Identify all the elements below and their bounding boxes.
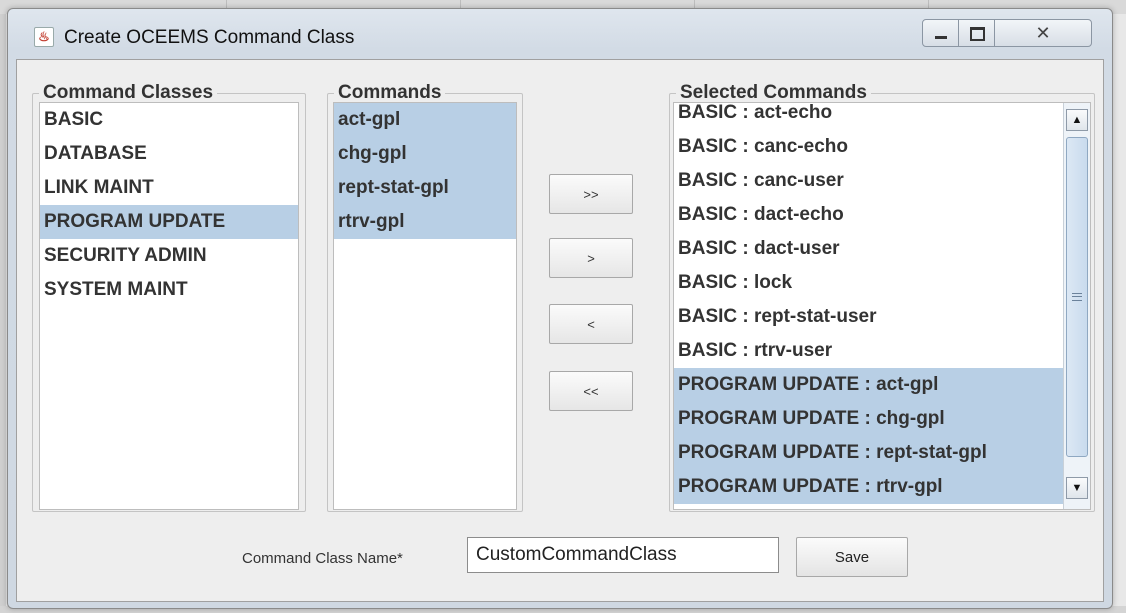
window-title: Create OCEEMS Command Class (64, 27, 355, 48)
selected-command-item[interactable]: BASIC : canc-user (674, 164, 1064, 198)
maximize-button[interactable] (958, 19, 996, 47)
selected-command-item[interactable]: PROGRAM UPDATE : rept-stat-gpl (674, 436, 1064, 470)
command-class-item[interactable]: BASIC (40, 103, 298, 137)
grip-icon (1072, 293, 1082, 301)
selected-command-item[interactable]: BASIC : lock (674, 266, 1064, 300)
command-item[interactable]: act-gpl (334, 103, 516, 137)
scrollbar[interactable]: ▲ ▼ (1063, 103, 1090, 509)
title-bar[interactable]: ♨ Create OCEEMS Command Class ✕ (8, 9, 1112, 59)
save-button[interactable]: Save (796, 537, 908, 577)
command-item[interactable]: rtrv-gpl (334, 205, 516, 239)
command-item[interactable]: chg-gpl (334, 137, 516, 171)
dialog-window: ♨ Create OCEEMS Command Class ✕ Command … (7, 8, 1113, 609)
selected-command-item[interactable]: PROGRAM UPDATE : act-gpl (674, 368, 1064, 402)
close-button[interactable]: ✕ (994, 19, 1092, 47)
scrollbar-thumb[interactable] (1066, 137, 1088, 457)
background-window-edge (0, 14, 6, 606)
selected-command-item[interactable]: BASIC : dact-user (674, 232, 1064, 266)
scroll-down-arrow-icon[interactable]: ▼ (1066, 477, 1088, 499)
command-class-item[interactable]: LINK MAINT (40, 171, 298, 205)
selected-command-item[interactable]: BASIC : act-echo (674, 103, 1064, 130)
add-all-button[interactable]: >> (549, 174, 633, 214)
remove-all-button[interactable]: << (549, 371, 633, 411)
selected-command-item[interactable]: PROGRAM UPDATE : chg-gpl (674, 402, 1064, 436)
selected-command-item[interactable]: PROGRAM UPDATE : rtrv-gpl (674, 470, 1064, 504)
selected-commands-list[interactable]: BASIC : act-echo BASIC : canc-echo BASIC :… (673, 102, 1091, 510)
command-classes-legend: Command Classes (43, 82, 214, 103)
scroll-up-arrow-icon[interactable]: ▲ (1066, 109, 1088, 131)
command-class-name-input[interactable] (467, 537, 779, 573)
command-class-item[interactable]: SYSTEM MAINT (40, 273, 298, 307)
dialog-content: Command Classes BASIC DATABASE LINK MAINT P… (16, 59, 1104, 602)
selected-command-item[interactable]: BASIC : canc-echo (674, 130, 1064, 164)
remove-button[interactable]: < (549, 304, 633, 344)
selected-commands-items: BASIC : act-echo BASIC : canc-echo BASIC :… (674, 103, 1064, 504)
minimize-button[interactable] (922, 19, 960, 47)
command-class-item[interactable]: PROGRAM UPDATE (40, 205, 298, 239)
selected-command-item[interactable]: BASIC : dact-echo (674, 198, 1064, 232)
minimize-icon (935, 35, 947, 39)
command-classes-list[interactable]: BASIC DATABASE LINK MAINT PROGRAM UPDATE SEC… (39, 102, 299, 510)
command-class-item[interactable]: DATABASE (40, 137, 298, 171)
selected-command-item[interactable]: BASIC : rept-stat-user (674, 300, 1064, 334)
selected-commands-legend: Selected Commands (680, 82, 867, 103)
add-button[interactable]: > (549, 238, 633, 278)
commands-legend: Commands (338, 82, 442, 103)
command-class-item[interactable]: SECURITY ADMIN (40, 239, 298, 273)
selected-command-item[interactable]: BASIC : rtrv-user (674, 334, 1064, 368)
commands-list[interactable]: act-gpl chg-gpl rept-stat-gpl rtrv-gpl (333, 102, 517, 510)
close-icon: ✕ (1035, 23, 1051, 43)
command-item[interactable]: rept-stat-gpl (334, 171, 516, 205)
maximize-icon (969, 27, 985, 42)
java-cup-icon: ♨ (34, 27, 54, 47)
command-class-name-label: Command Class Name* (242, 550, 403, 567)
